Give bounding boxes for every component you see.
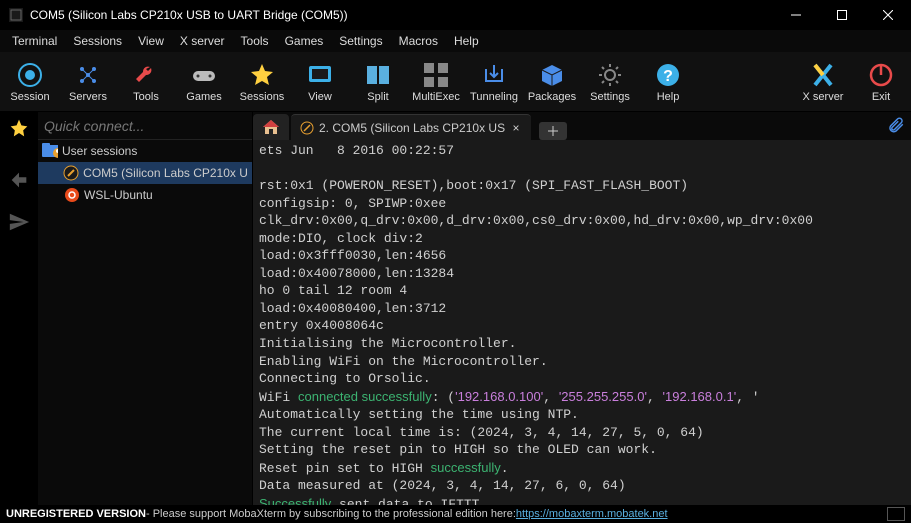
menu-games[interactable]: Games	[277, 32, 332, 50]
toolbar-packages-button[interactable]: Packages	[528, 54, 576, 110]
folder-icon	[42, 143, 58, 159]
settings-icon	[596, 61, 624, 89]
menu-sessions[interactable]: Sessions	[65, 32, 130, 50]
tools-icon	[132, 61, 160, 89]
sessions-icon	[248, 61, 276, 89]
split-icon	[364, 61, 392, 89]
tabs-row: 2. COM5 (Silicon Labs CP210x US ×	[253, 112, 911, 140]
toolbar-multiexec-button[interactable]: MultiExec	[412, 54, 460, 110]
tab-add-button[interactable]	[539, 122, 567, 140]
minimize-button[interactable]	[773, 0, 819, 30]
quick-connect-input[interactable]: Quick connect...	[38, 112, 252, 140]
svg-text:?: ?	[663, 68, 673, 85]
send-icon[interactable]	[7, 210, 31, 234]
tree-item-wsl[interactable]: WSL-Ubuntu	[38, 184, 252, 206]
toolbar-label: View	[308, 91, 332, 103]
menu-tools[interactable]: Tools	[233, 32, 277, 50]
main-toolbar: Session Servers Tools Games Sessions View Spli…	[0, 52, 911, 112]
toolbar-label: Tools	[133, 91, 159, 103]
workspace: Quick connect... User sessions COM5 (Sil…	[0, 112, 911, 505]
tree-item-com5[interactable]: COM5 (Silicon Labs CP210x US	[38, 162, 252, 184]
toolbar-session-button[interactable]: Session	[6, 54, 54, 110]
paperclip-icon[interactable]	[887, 116, 905, 139]
quick-connect-placeholder: Quick connect...	[44, 118, 144, 134]
xserver-icon	[809, 61, 837, 89]
sessions-panel: Quick connect... User sessions COM5 (Sil…	[38, 112, 253, 505]
app-icon	[8, 7, 24, 23]
star-icon[interactable]	[7, 116, 31, 140]
serial-icon	[63, 165, 79, 181]
menu-terminal[interactable]: Terminal	[4, 32, 65, 50]
toolbar-label: Sessions	[240, 91, 285, 103]
toolbar-xserver-button[interactable]: X server	[799, 54, 847, 110]
footer-status-icon[interactable]	[887, 507, 905, 521]
toolbar-label: Split	[367, 91, 388, 103]
toolbar-label: Packages	[528, 91, 576, 103]
tab-close-button[interactable]: ×	[509, 121, 523, 135]
menu-help[interactable]: Help	[446, 32, 487, 50]
arrow-icon[interactable]	[7, 168, 31, 192]
tunneling-icon	[480, 61, 508, 89]
toolbar-label: Exit	[872, 91, 890, 103]
menu-settings[interactable]: Settings	[331, 32, 390, 50]
toolbar-label: X server	[803, 91, 844, 103]
multiexec-icon	[422, 61, 450, 89]
toolbar-tools-button[interactable]: Tools	[122, 54, 170, 110]
toolbar-exit-button[interactable]: Exit	[857, 54, 905, 110]
home-icon	[262, 119, 280, 135]
toolbar-label: Session	[10, 91, 49, 103]
servers-icon	[74, 61, 102, 89]
maximize-button[interactable]	[819, 0, 865, 30]
toolbar-label: Help	[657, 91, 680, 103]
toolbar-label: Settings	[590, 91, 630, 103]
titlebar: COM5 (Silicon Labs CP210x USB to UART Br…	[0, 0, 911, 30]
exit-icon	[867, 61, 895, 89]
menu-macros[interactable]: Macros	[391, 32, 446, 50]
tree-item-label: COM5 (Silicon Labs CP210x US	[83, 166, 248, 180]
toolbar-tunneling-button[interactable]: Tunneling	[470, 54, 518, 110]
help-icon: ?	[654, 61, 682, 89]
menu-x-server[interactable]: X server	[172, 32, 233, 50]
games-icon	[190, 61, 218, 89]
window-title: COM5 (Silicon Labs CP210x USB to UART Br…	[30, 8, 773, 22]
tab-active[interactable]: 2. COM5 (Silicon Labs CP210x US ×	[291, 114, 531, 140]
toolbar-servers-button[interactable]: Servers	[64, 54, 112, 110]
content-area: 2. COM5 (Silicon Labs CP210x US × ets Ju…	[253, 112, 911, 505]
close-button[interactable]	[865, 0, 911, 30]
footer: UNREGISTERED VERSION - Please support Mo…	[0, 505, 911, 523]
terminal-output[interactable]: ets Jun 8 2016 00:22:57 rst:0x1 (POWERON…	[253, 140, 911, 505]
menu-view[interactable]: View	[130, 32, 172, 50]
menubar: TerminalSessionsViewX serverToolsGamesSe…	[0, 30, 911, 52]
tree-root[interactable]: User sessions	[38, 140, 252, 162]
session-icon	[16, 61, 44, 89]
footer-link[interactable]: https://mobaxterm.mobatek.net	[516, 508, 668, 520]
sidebar-strip	[0, 112, 38, 505]
tree-root-label: User sessions	[62, 144, 137, 158]
tab-home[interactable]	[253, 114, 289, 140]
packages-icon	[538, 61, 566, 89]
toolbar-label: Games	[186, 91, 221, 103]
toolbar-label: MultiExec	[412, 91, 460, 103]
toolbar-settings-button[interactable]: Settings	[586, 54, 634, 110]
footer-text: - Please support MobaXterm by subscribin…	[146, 508, 516, 520]
serial-icon	[299, 120, 315, 136]
tree-item-label: WSL-Ubuntu	[84, 188, 153, 202]
toolbar-sessions-button[interactable]: Sessions	[238, 54, 286, 110]
ubuntu-icon	[64, 187, 80, 203]
toolbar-split-button[interactable]: Split	[354, 54, 402, 110]
toolbar-help-button[interactable]: ? Help	[644, 54, 692, 110]
toolbar-label: Tunneling	[470, 91, 518, 103]
toolbar-view-button[interactable]: View	[296, 54, 344, 110]
toolbar-label: Servers	[69, 91, 107, 103]
tab-label: 2. COM5 (Silicon Labs CP210x US	[319, 121, 505, 135]
toolbar-games-button[interactable]: Games	[180, 54, 228, 110]
view-icon	[306, 61, 334, 89]
footer-version: UNREGISTERED VERSION	[6, 508, 146, 520]
